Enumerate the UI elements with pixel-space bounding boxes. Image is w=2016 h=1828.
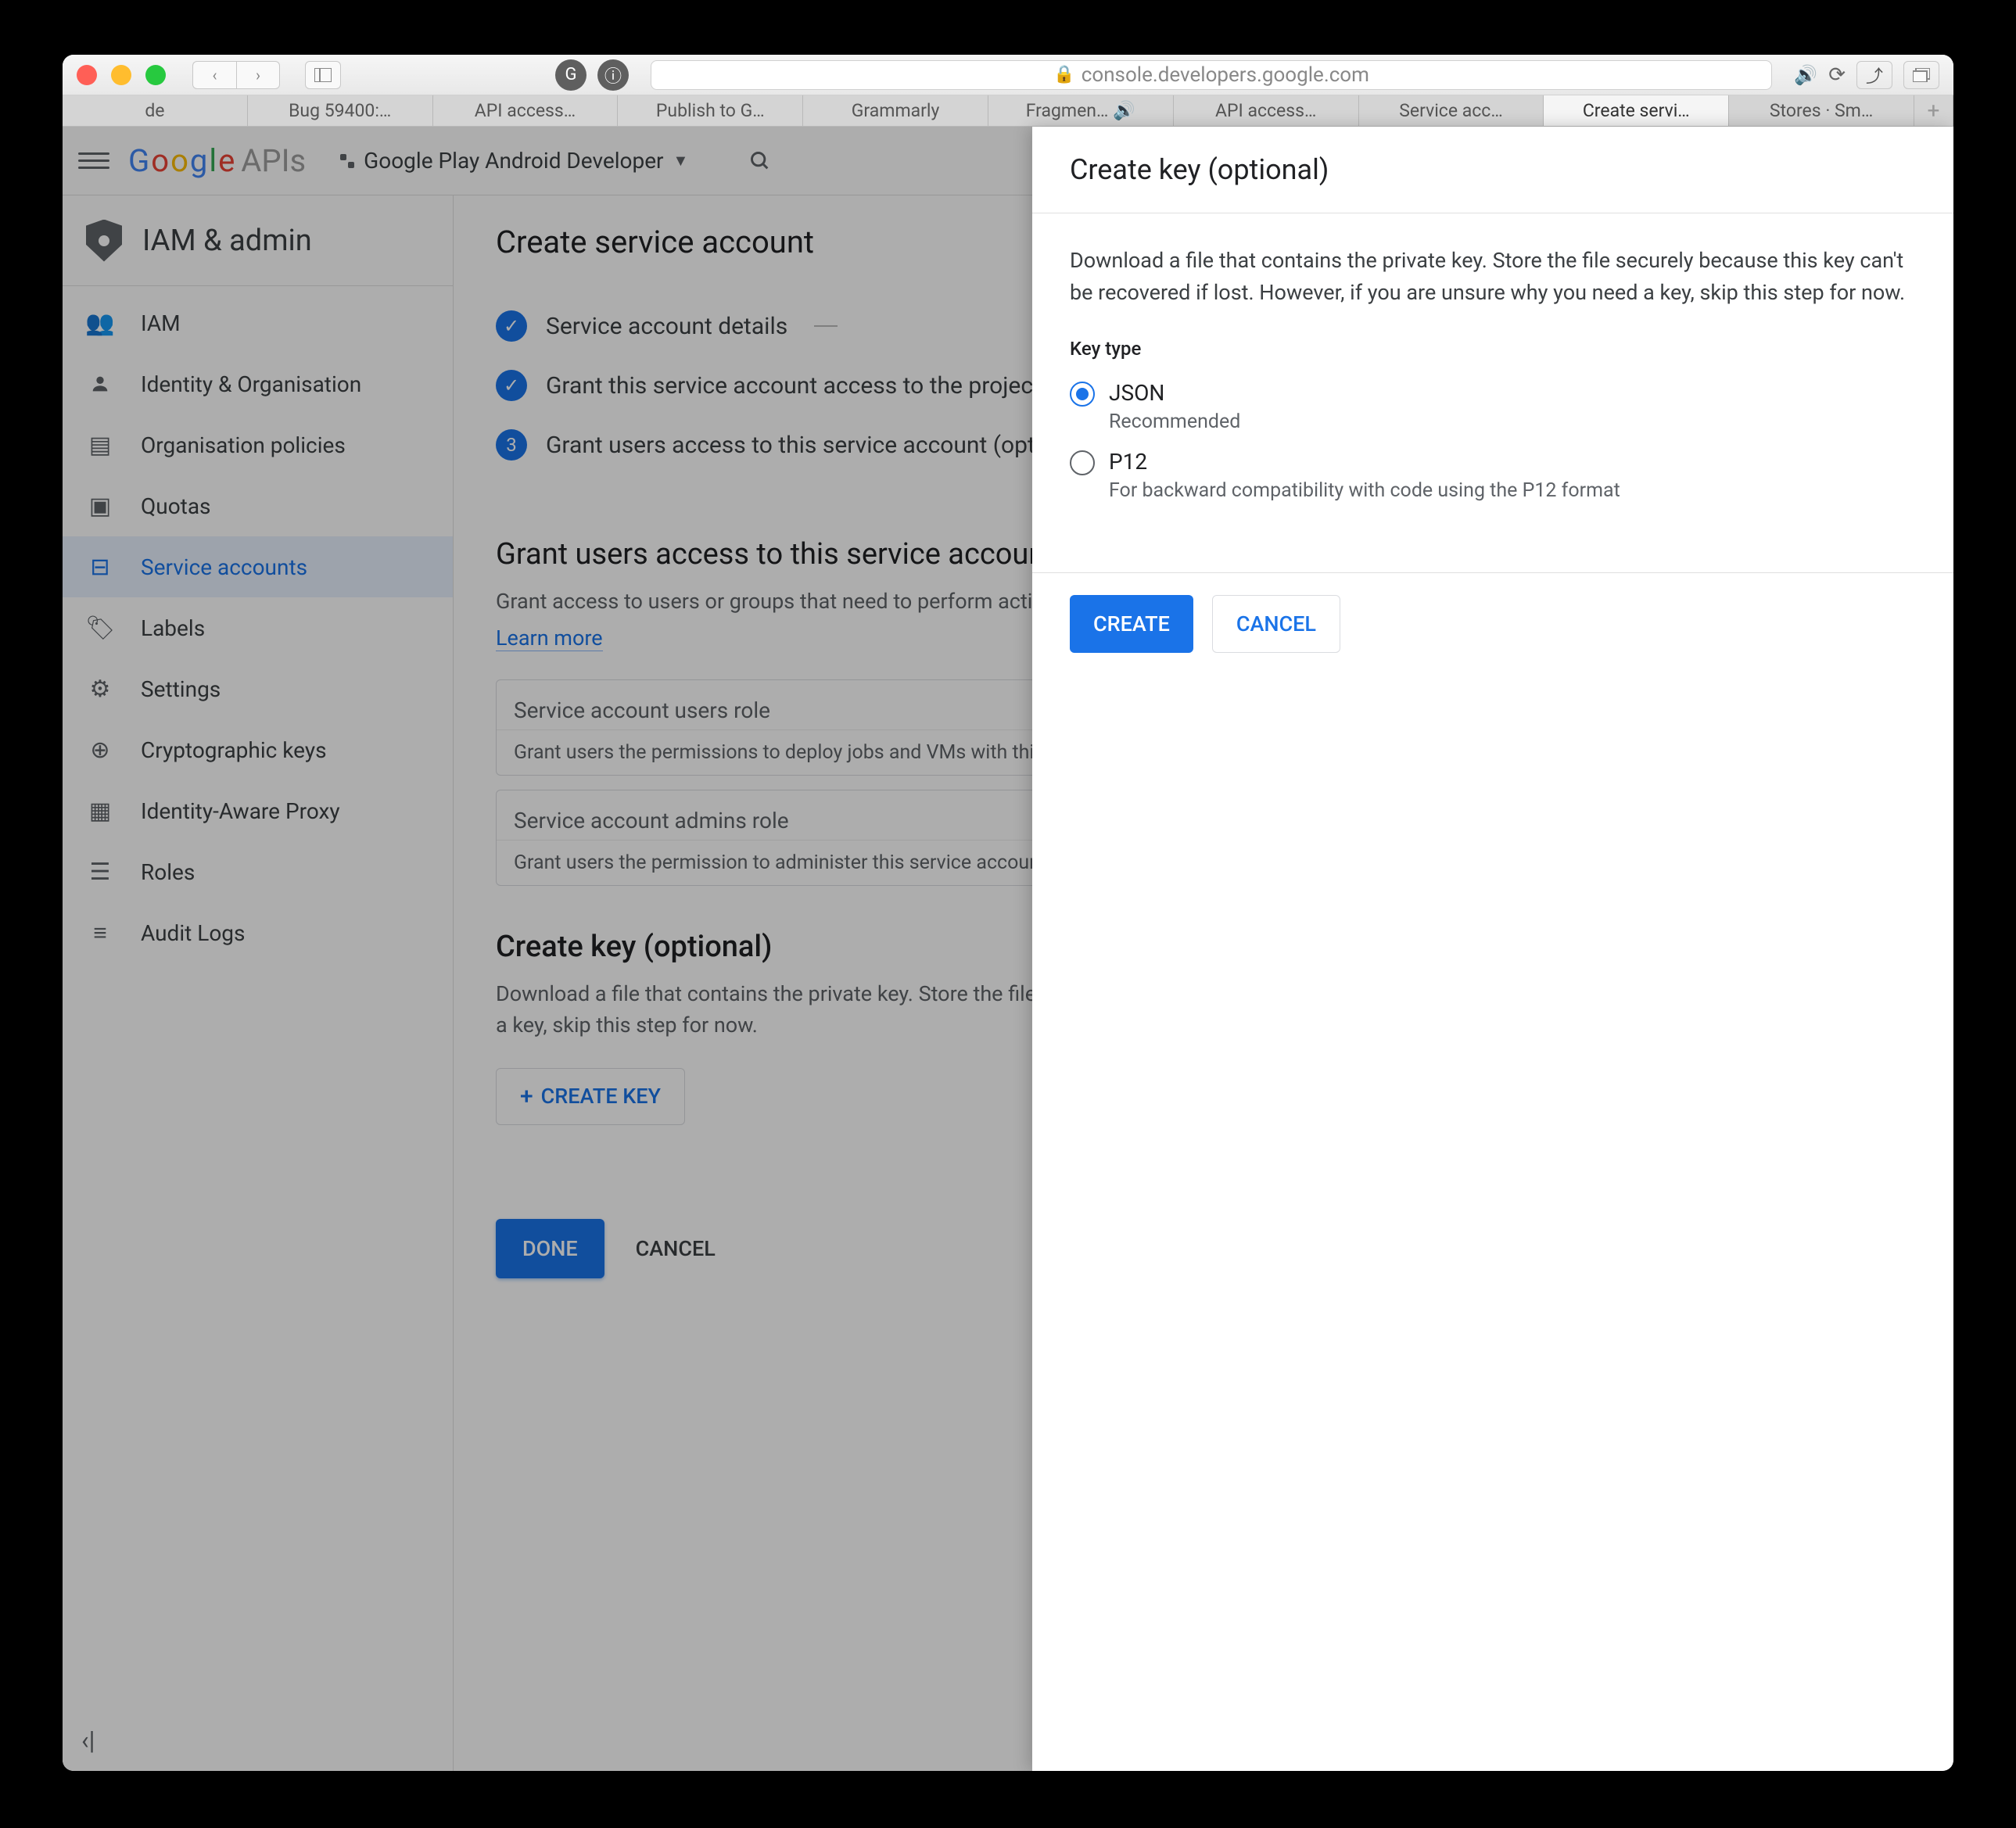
minimize-window-icon[interactable] bbox=[111, 65, 131, 85]
drawer-footer: CREATE CANCEL bbox=[1032, 572, 1953, 675]
key-type-label: Key type bbox=[1070, 338, 1916, 360]
browser-tab[interactable]: Stores · Sm… bbox=[1729, 95, 1914, 126]
browser-tab[interactable]: Fragmen…🔊 bbox=[988, 95, 1174, 126]
radio-json[interactable]: JSON Recommended bbox=[1070, 372, 1916, 441]
browser-tab[interactable]: Publish to G… bbox=[618, 95, 803, 126]
radio-help: For backward compatibility with code usi… bbox=[1109, 479, 1620, 502]
browser-tabs: de Bug 59400:… API access… Publish to G…… bbox=[63, 95, 1953, 127]
right-controls: 🔊 ⟳ ⤴ bbox=[1794, 61, 1939, 89]
drawer-description: Download a file that contains the privat… bbox=[1070, 245, 1916, 308]
back-button[interactable]: ‹ bbox=[192, 61, 236, 89]
show-sidebar-button[interactable] bbox=[305, 61, 341, 89]
create-button[interactable]: CREATE bbox=[1070, 595, 1193, 653]
close-window-icon[interactable] bbox=[77, 65, 97, 85]
radio-icon bbox=[1070, 382, 1095, 407]
browser-tab[interactable]: API access… bbox=[433, 95, 619, 126]
browser-tab[interactable]: Bug 59400:… bbox=[248, 95, 433, 126]
radio-p12[interactable]: P12 For backward compatibility with code… bbox=[1070, 441, 1916, 510]
lock-icon: 🔒 bbox=[1053, 65, 1074, 84]
extension-buttons: G ⓘ bbox=[555, 59, 629, 91]
url-bar[interactable]: 🔒 console.developers.google.com bbox=[651, 60, 1772, 90]
share-button[interactable]: ⤴ bbox=[1856, 61, 1892, 89]
create-key-drawer: Create key (optional) Download a file th… bbox=[1032, 127, 1953, 1771]
radio-label: P12 bbox=[1109, 449, 1620, 475]
radio-label: JSON bbox=[1109, 380, 1240, 406]
audio-icon[interactable]: 🔊 bbox=[1794, 64, 1817, 86]
browser-tab[interactable]: API access… bbox=[1174, 95, 1359, 126]
forward-button[interactable]: › bbox=[236, 61, 280, 89]
radio-icon bbox=[1070, 450, 1095, 475]
reload-icon[interactable]: ⟳ bbox=[1828, 63, 1846, 87]
browser-tab[interactable]: de bbox=[63, 95, 248, 126]
audio-icon: 🔊 bbox=[1113, 100, 1135, 121]
radio-help: Recommended bbox=[1109, 410, 1240, 433]
new-tab-button[interactable]: + bbox=[1914, 95, 1953, 126]
nav-buttons: ‹ › bbox=[192, 61, 280, 89]
browser-window: ‹ › G ⓘ 🔒 console.developers.google.com … bbox=[63, 55, 1953, 1771]
tabs-button[interactable] bbox=[1903, 61, 1939, 89]
traffic-lights bbox=[77, 65, 166, 85]
url-host: console.developers.google.com bbox=[1082, 63, 1369, 87]
browser-tab[interactable]: Grammarly bbox=[803, 95, 988, 126]
browser-tab[interactable]: Service acc… bbox=[1359, 95, 1544, 126]
grammarly-extension-icon[interactable]: G bbox=[555, 59, 587, 91]
titlebar: ‹ › G ⓘ 🔒 console.developers.google.com … bbox=[63, 55, 1953, 95]
info-extension-icon[interactable]: ⓘ bbox=[597, 59, 629, 91]
drawer-body: Download a file that contains the privat… bbox=[1032, 213, 1953, 541]
drawer-title: Create key (optional) bbox=[1032, 127, 1953, 213]
maximize-window-icon[interactable] bbox=[145, 65, 166, 85]
cancel-button[interactable]: CANCEL bbox=[1212, 595, 1340, 653]
browser-tab[interactable]: Create servi… bbox=[1544, 95, 1729, 126]
